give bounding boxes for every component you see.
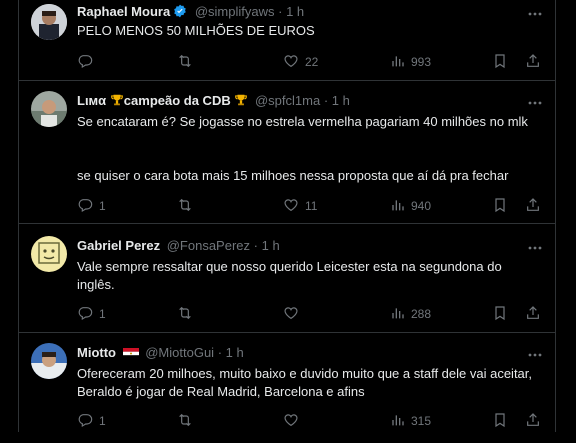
timestamp[interactable]: 1 h bbox=[262, 238, 280, 253]
views-icon bbox=[389, 412, 405, 431]
action-bar: 1 315 bbox=[77, 411, 547, 431]
tweet-text: Ofereceram 20 milhoes, muito baixo e duv… bbox=[77, 366, 533, 399]
author-name[interactable]: Raphael Moura bbox=[77, 4, 170, 19]
reply-button[interactable]: 1 bbox=[77, 196, 106, 216]
reply-count: 1 bbox=[99, 307, 106, 321]
reply-count: 1 bbox=[99, 199, 106, 213]
views-button[interactable]: 993 bbox=[389, 52, 431, 72]
share-button[interactable] bbox=[525, 52, 541, 72]
like-button[interactable] bbox=[283, 411, 305, 431]
reply-icon bbox=[77, 305, 93, 324]
retweet-icon bbox=[177, 53, 193, 72]
separator-dot: · bbox=[253, 238, 258, 253]
like-count: 11 bbox=[305, 199, 318, 213]
timestamp[interactable]: 1 h bbox=[332, 93, 350, 108]
timestamp[interactable]: 1 h bbox=[226, 345, 244, 360]
share-icon bbox=[525, 305, 541, 324]
reply-button[interactable] bbox=[77, 52, 99, 72]
avatar[interactable] bbox=[31, 343, 67, 379]
tweet[interactable]: Gabriel Perez @FonsaPerez · 1 h Vale sem… bbox=[19, 224, 555, 333]
retweet-icon bbox=[177, 412, 193, 431]
author-handle[interactable]: @simplifyaws bbox=[195, 4, 275, 19]
retweet-icon bbox=[177, 305, 193, 324]
action-bar: 1 288 bbox=[77, 304, 547, 324]
bookmark-icon bbox=[492, 305, 508, 324]
bookmark-icon bbox=[492, 412, 508, 431]
views-count: 940 bbox=[411, 199, 432, 213]
bookmark-icon bbox=[492, 53, 508, 72]
views-button[interactable]: 288 bbox=[389, 304, 431, 324]
like-button[interactable] bbox=[283, 304, 305, 324]
share-icon bbox=[525, 53, 541, 72]
heart-icon bbox=[283, 305, 299, 324]
tweet-header: Miotto @MiottoGui · 1 h bbox=[77, 343, 244, 363]
retweet-button[interactable] bbox=[177, 196, 199, 216]
reply-icon bbox=[77, 197, 93, 216]
tweet[interactable]: Lιмα campeão da CDB @spfcl1ma · 1 h Se e… bbox=[19, 81, 555, 224]
tweet-text-paragraph: se quiser o cara bota mais 15 milhoes ne… bbox=[77, 168, 509, 183]
timestamp[interactable]: 1 h bbox=[286, 4, 304, 19]
tweet-header: Raphael Moura @simplifyaws · 1 h bbox=[77, 2, 304, 22]
bookmark-button[interactable] bbox=[492, 411, 508, 431]
bookmark-button[interactable] bbox=[492, 196, 508, 216]
tweet-text: Vale sempre ressaltar que nosso querido … bbox=[77, 259, 502, 292]
flag-egypt bbox=[122, 345, 139, 365]
share-icon bbox=[525, 197, 541, 216]
heart-icon bbox=[283, 53, 299, 72]
tweet-text: PELO MENOS 50 MILHÕES DE EUROS bbox=[77, 23, 315, 38]
heart-icon bbox=[283, 197, 299, 216]
share-button[interactable] bbox=[525, 411, 541, 431]
views-icon bbox=[389, 305, 405, 324]
heart-icon bbox=[283, 412, 299, 431]
retweet-icon bbox=[177, 197, 193, 216]
author-handle[interactable]: @FonsaPerez bbox=[167, 238, 250, 253]
like-button[interactable]: 11 bbox=[283, 196, 317, 216]
avatar[interactable] bbox=[31, 236, 67, 272]
author-name[interactable]: Miotto bbox=[77, 345, 116, 360]
bookmark-icon bbox=[492, 197, 508, 216]
views-icon bbox=[389, 53, 405, 72]
views-count: 993 bbox=[411, 55, 432, 69]
tweet[interactable]: Raphael Moura @simplifyaws · 1 h PELO ME… bbox=[19, 0, 555, 81]
like-count: 22 bbox=[305, 55, 319, 69]
reply-icon bbox=[77, 53, 93, 72]
separator-dot: · bbox=[217, 345, 223, 360]
tweet-header: Lιмα campeão da CDB @spfcl1ma · 1 h bbox=[77, 91, 350, 111]
separator-dot: · bbox=[323, 93, 329, 108]
author-name[interactable]: Gabriel Perez bbox=[77, 238, 160, 253]
separator-dot: · bbox=[278, 4, 283, 19]
views-button[interactable]: 940 bbox=[389, 196, 431, 216]
action-bar: 22 993 bbox=[77, 52, 547, 72]
author-handle[interactable]: @spfcl1ma bbox=[255, 93, 320, 108]
author-name[interactable]: Lιмα campeão da CDB bbox=[77, 93, 248, 108]
share-button[interactable] bbox=[525, 304, 541, 324]
timeline: Raphael Moura @simplifyaws · 1 h PELO ME… bbox=[18, 0, 556, 432]
verified-badge-icon bbox=[173, 4, 187, 24]
views-button[interactable]: 315 bbox=[389, 411, 431, 431]
views-count: 315 bbox=[411, 414, 432, 428]
share-icon bbox=[525, 412, 541, 431]
trophy-emoji bbox=[110, 93, 124, 113]
bookmark-button[interactable] bbox=[492, 52, 508, 72]
tweet-text: Se encataram é? Se jogasse no estrela ve… bbox=[77, 114, 528, 129]
views-count: 288 bbox=[411, 307, 432, 321]
retweet-button[interactable] bbox=[177, 304, 199, 324]
retweet-button[interactable] bbox=[177, 52, 199, 72]
avatar[interactable] bbox=[31, 4, 67, 40]
reply-icon bbox=[77, 412, 93, 431]
reply-count: 1 bbox=[99, 414, 106, 428]
reply-button[interactable]: 1 bbox=[77, 411, 106, 431]
tweet-header: Gabriel Perez @FonsaPerez · 1 h bbox=[77, 236, 280, 256]
author-handle[interactable]: @MiottoGui bbox=[145, 345, 214, 360]
tweet[interactable]: Miotto @MiottoGui · 1 h Ofereceram 20 mi… bbox=[19, 333, 555, 443]
action-bar: 1 11 940 bbox=[77, 196, 547, 216]
views-icon bbox=[389, 197, 405, 216]
reply-button[interactable]: 1 bbox=[77, 304, 106, 324]
bookmark-button[interactable] bbox=[492, 304, 508, 324]
avatar[interactable] bbox=[31, 91, 67, 127]
like-button[interactable]: 22 bbox=[283, 52, 318, 72]
retweet-button[interactable] bbox=[177, 411, 199, 431]
trophy-emoji bbox=[234, 93, 248, 113]
share-button[interactable] bbox=[525, 196, 541, 216]
